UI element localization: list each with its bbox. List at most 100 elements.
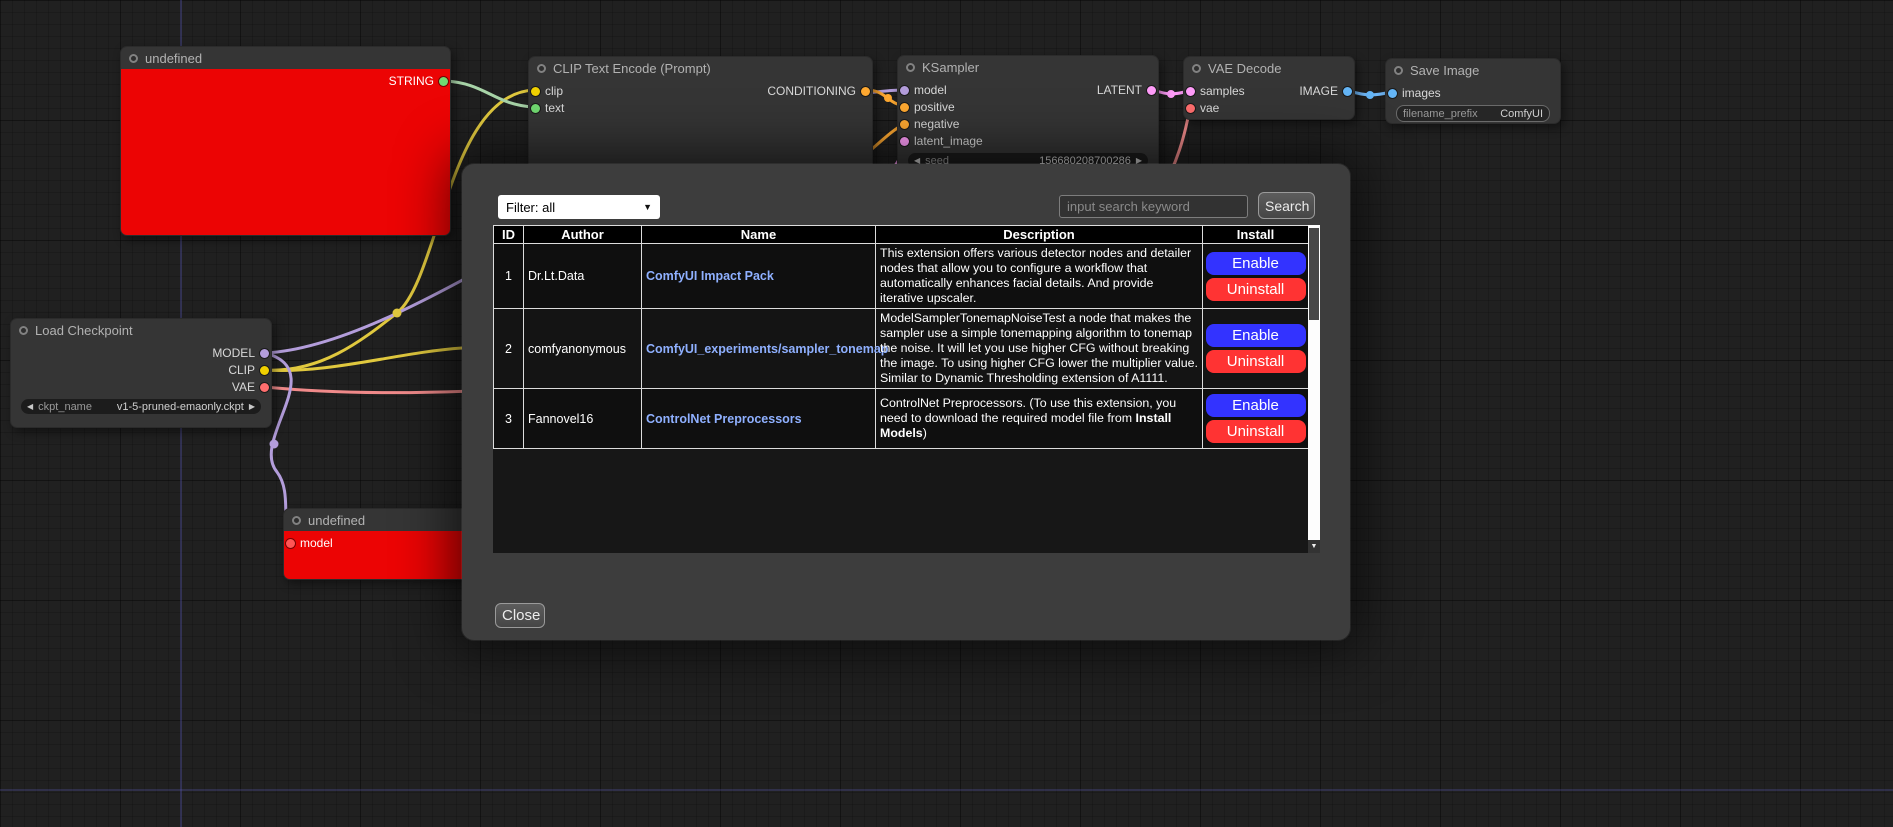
clip-output-port[interactable]: [260, 366, 269, 375]
node-title-bar[interactable]: Load Checkpoint: [11, 319, 271, 341]
uninstall-button[interactable]: Uninstall: [1206, 420, 1306, 443]
uninstall-button[interactable]: Uninstall: [1206, 350, 1306, 373]
images-input-port[interactable]: [1388, 89, 1397, 98]
cell-id: 2: [494, 309, 524, 389]
clip-output-label: CLIP: [228, 362, 255, 379]
model-input-label: model: [300, 535, 333, 552]
model-input-port[interactable]: [286, 539, 295, 548]
increment-arrow-icon[interactable]: ▶: [249, 402, 255, 411]
text-input-port[interactable]: [531, 104, 540, 113]
link-dot-latent[interactable]: [1167, 90, 1175, 98]
collapse-dot-icon[interactable]: [129, 54, 138, 63]
slot-row: STRING: [121, 73, 450, 90]
extensions-table: ID Author Name Description Install 1 Dr.…: [493, 225, 1309, 449]
node-title-bar[interactable]: VAE Decode: [1184, 57, 1354, 79]
search-button[interactable]: Search: [1258, 192, 1315, 219]
model-output-port[interactable]: [260, 349, 269, 358]
collapse-dot-icon[interactable]: [537, 64, 546, 73]
table-row: 2 comfyanonymous ComfyUI_experiments/sam…: [494, 309, 1309, 389]
scrollbar-down-arrow-icon[interactable]: ▼: [1308, 540, 1320, 553]
negative-input-port[interactable]: [900, 120, 909, 129]
enable-button[interactable]: Enable: [1206, 394, 1306, 417]
scrollbar-track[interactable]: ▼: [1308, 225, 1320, 553]
header-author: Author: [524, 226, 642, 244]
node-title-bar[interactable]: CLIP Text Encode (Prompt): [529, 57, 872, 79]
extensions-table-container: ID Author Name Description Install 1 Dr.…: [493, 225, 1320, 553]
cell-id: 1: [494, 244, 524, 309]
model-output-label: MODEL: [212, 345, 255, 362]
filename-prefix-label: filename_prefix: [1403, 108, 1478, 120]
enable-button[interactable]: Enable: [1206, 252, 1306, 275]
link-dot-conditioning[interactable]: [884, 94, 892, 102]
node-load-checkpoint[interactable]: Load Checkpoint MODEL CLIP VAE: [10, 318, 272, 428]
filter-select[interactable]: Filter: all ▼: [498, 195, 660, 219]
node-title-label: CLIP Text Encode (Prompt): [553, 61, 711, 76]
node-title-label: undefined: [145, 51, 202, 66]
uninstall-button[interactable]: Uninstall: [1206, 278, 1306, 301]
node-undefined-top[interactable]: undefined STRING: [120, 46, 451, 236]
filename-prefix-widget[interactable]: filename_prefix ComfyUI: [1396, 105, 1550, 122]
vae-input-port[interactable]: [1186, 104, 1195, 113]
slot-row: VAE: [11, 379, 271, 396]
link-dot-clip[interactable]: [393, 309, 402, 318]
extension-link[interactable]: ControlNet Preprocessors: [646, 412, 802, 426]
search-input[interactable]: [1059, 195, 1248, 218]
extension-link[interactable]: ComfyUI_experiments/sampler_tonemap: [646, 342, 888, 356]
slot-row: clip CONDITIONING: [529, 83, 872, 100]
vae-input-label: vae: [1200, 100, 1219, 117]
ckpt-name-widget[interactable]: ◀ ckpt_name v1-5-pruned-emaonly.ckpt ▶: [21, 399, 261, 414]
decrement-arrow-icon[interactable]: ◀: [27, 402, 33, 411]
model-input-port[interactable]: [900, 86, 909, 95]
string-output-label: STRING: [389, 73, 434, 90]
ckpt-name-label: ckpt_name: [38, 401, 92, 413]
vae-output-port[interactable]: [260, 383, 269, 392]
ckpt-name-value: v1-5-pruned-emaonly.ckpt: [117, 401, 244, 413]
collapse-dot-icon[interactable]: [1192, 64, 1201, 73]
close-button[interactable]: Close: [495, 603, 545, 628]
node-ksampler[interactable]: KSampler model LATENT positive negative: [897, 55, 1159, 175]
slot-row: CLIP: [11, 362, 271, 379]
collapse-dot-icon[interactable]: [292, 516, 301, 525]
collapse-dot-icon[interactable]: [19, 326, 28, 335]
extension-link[interactable]: ComfyUI Impact Pack: [646, 269, 774, 283]
link-dot-model[interactable]: [270, 440, 279, 449]
cell-id: 3: [494, 389, 524, 449]
enable-button[interactable]: Enable: [1206, 324, 1306, 347]
wire-string-to-text: [445, 81, 534, 107]
samples-input-label: samples: [1200, 83, 1245, 100]
positive-input-port[interactable]: [900, 103, 909, 112]
node-title-bar[interactable]: Save Image: [1386, 59, 1560, 81]
image-output-port[interactable]: [1343, 87, 1352, 96]
table-row: 3 Fannovel16 ControlNet Preprocessors Co…: [494, 389, 1309, 449]
latent-output-port[interactable]: [1147, 86, 1156, 95]
graph-canvas[interactable]: undefined STRING CLIP Text Encode (Promp…: [0, 0, 1893, 827]
collapse-dot-icon[interactable]: [1394, 66, 1403, 75]
latent-image-input-port[interactable]: [900, 137, 909, 146]
node-title-label: Load Checkpoint: [35, 323, 133, 338]
positive-input-label: positive: [914, 99, 955, 116]
latent-output-label: LATENT: [1097, 82, 1142, 99]
slot-row: negative: [898, 116, 1158, 133]
slot-row: positive: [898, 99, 1158, 116]
conditioning-output-port[interactable]: [861, 87, 870, 96]
custom-nodes-manager-dialog: Filter: all ▼ Search ID Author Name Desc…: [462, 164, 1350, 640]
clip-input-label: clip: [545, 83, 563, 100]
scrollbar-thumb[interactable]: [1309, 228, 1319, 320]
image-output-label: IMAGE: [1299, 83, 1338, 100]
latent-image-input-label: latent_image: [914, 133, 983, 150]
header-id: ID: [494, 226, 524, 244]
slot-row: vae: [1184, 100, 1354, 117]
link-dot-image[interactable]: [1366, 91, 1374, 99]
clip-input-port[interactable]: [531, 87, 540, 96]
samples-input-port[interactable]: [1186, 87, 1195, 96]
cell-author: Dr.Lt.Data: [524, 244, 642, 309]
collapse-dot-icon[interactable]: [906, 63, 915, 72]
conditioning-output-label: CONDITIONING: [767, 83, 856, 100]
slot-row: MODEL: [11, 345, 271, 362]
filename-prefix-value: ComfyUI: [1500, 108, 1543, 120]
node-save-image[interactable]: Save Image images filename_prefix ComfyU…: [1385, 58, 1561, 124]
node-vae-decode[interactable]: VAE Decode samples IMAGE vae: [1183, 56, 1355, 120]
node-title-bar[interactable]: KSampler: [898, 56, 1158, 78]
string-output-port[interactable]: [439, 77, 448, 86]
node-title-bar[interactable]: undefined: [121, 47, 450, 69]
